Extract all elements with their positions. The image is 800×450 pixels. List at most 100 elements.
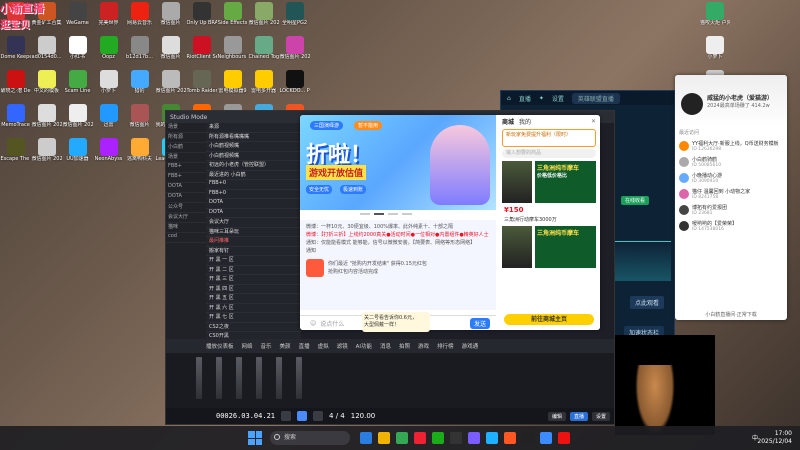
list-item[interactable]: 小白鹤骑鹤 ID 50085610: [675, 154, 787, 170]
scene-item[interactable]: 猫咪: [166, 223, 206, 233]
tab-settings[interactable]: 设置: [552, 94, 564, 103]
app-icon[interactable]: [540, 432, 552, 444]
desktop-shortcut[interactable]: Escape The Backrooms: [0, 136, 31, 170]
source-item[interactable]: 开 黑 七 区: [206, 313, 301, 323]
play-button[interactable]: [297, 411, 308, 421]
app-icon[interactable]: [504, 432, 516, 444]
app-icon[interactable]: [522, 432, 534, 444]
toolbar-item[interactable]: 音乐: [261, 342, 272, 350]
shop-item[interactable]: 三角洲纯币摩车 价格低价格比: [502, 161, 596, 203]
scene-item[interactable]: FBB+: [166, 163, 206, 173]
list-item[interactable]: YY福利大厅·新服上线，Q币送财务模板 ID 12636298: [675, 138, 787, 154]
desktop-shortcut[interactable]: 雷电多开器: [248, 68, 279, 102]
source-item[interactable]: 开 黑 六 区: [206, 304, 301, 313]
scene-item[interactable]: 小白鹤: [166, 143, 206, 153]
windows-start-icon[interactable]: [248, 431, 262, 445]
list-item[interactable]: 博拓有约爱报团 ID 23681: [675, 202, 787, 218]
mixer-fader[interactable]: [196, 357, 202, 399]
desktop-shortcut[interactable]: LOCKDO... Protocol: [279, 68, 310, 102]
desktop-shortcut[interactable]: WeGame: [62, 0, 93, 34]
desktop-shortcut[interactable]: 微信图片 20250...: [31, 136, 62, 170]
promo-banner[interactable]: 三国演绎游 暂不能用 折啦！ 游戏开放估值 安全无忧 极速到账: [300, 115, 496, 210]
source-item[interactable]: 小白鹤视频嘴: [206, 142, 301, 152]
desktop-shortcut[interactable]: 微信图片 2025080...: [155, 68, 186, 102]
toolbar-item[interactable]: 网络: [242, 342, 253, 350]
toolbar-item[interactable]: 排行榜: [437, 342, 454, 350]
desktop-shortcut[interactable]: 迅雷: [93, 102, 124, 136]
scene-item[interactable]: 场景: [166, 153, 206, 163]
wechat-icon[interactable]: [432, 432, 444, 444]
desktop-shortcut[interactable]: 微信图片 2025123...: [279, 34, 310, 68]
app-icon[interactable]: [414, 432, 426, 444]
tab-shop[interactable]: 商城: [502, 117, 514, 126]
desktop-shortcut[interactable]: 微信图片 20250...: [31, 102, 62, 136]
desktop-shortcut[interactable]: 微信图片: [124, 102, 155, 136]
app-icon[interactable]: [486, 432, 498, 444]
desktop-shortcut[interactable]: 破晓之·潜 Demo: [0, 68, 31, 102]
source-item[interactable]: 会议大厅: [206, 218, 301, 228]
tab-edit[interactable]: 编辑: [547, 411, 566, 421]
mixer-fader[interactable]: [256, 357, 262, 399]
tab-live[interactable]: 直播: [519, 94, 531, 103]
list-item[interactable]: 小晚播动心游 ID 3090410: [675, 170, 787, 186]
chat-input[interactable]: 说点什么: [320, 319, 344, 328]
scene-item[interactable]: 会议大厅: [166, 213, 206, 223]
close-icon[interactable]: ✕: [591, 118, 596, 125]
carousel-dots[interactable]: [360, 213, 412, 215]
tab-live-view[interactable]: 直播: [569, 411, 588, 421]
source-item[interactable]: 所有源推看嘴嘴嘴: [206, 133, 301, 142]
shop-item[interactable]: 三角洲纯币摩车: [502, 226, 596, 268]
desktop-shortcut[interactable]: 小萝卜: [700, 34, 730, 68]
send-button[interactable]: 发送: [469, 317, 490, 329]
toolbar-item[interactable]: 虚拟: [318, 342, 329, 350]
source-item[interactable]: 最近进的 小白鹤: [206, 171, 301, 180]
scene-item[interactable]: 所有源: [166, 133, 206, 143]
desktop-shortcut[interactable]: 猎豹: [124, 68, 155, 102]
desktop-shortcut[interactable]: 猫咬火炬 户外联盟: [700, 0, 730, 34]
toolbar-item[interactable]: 消息: [380, 342, 391, 350]
scene-item[interactable]: FBB+: [166, 173, 206, 183]
desktop-shortcut[interactable]: Only Up BRAINR...: [186, 0, 217, 34]
avatar[interactable]: [681, 93, 703, 115]
toolbar-item[interactable]: 美颜: [280, 342, 291, 350]
toolbar-item[interactable]: 滤镜: [337, 342, 348, 350]
taskbar-search-input[interactable]: 搜索: [270, 431, 350, 445]
source-item[interactable]: 猫咪三耳朵玩: [206, 228, 301, 237]
source-item[interactable]: 开 黑 五 区: [206, 294, 301, 304]
app-icon[interactable]: [468, 432, 480, 444]
desktop-shortcut[interactable]: Chained Together: [248, 34, 279, 68]
toolbar-item[interactable]: 拍照: [399, 342, 410, 350]
mixer-fader[interactable]: [276, 357, 282, 399]
desktop-shortcut[interactable]: RiotClient Services: [186, 34, 217, 68]
desktop-shortcut[interactable]: 微信图片 2025010...: [248, 0, 279, 34]
go-to-shop-button[interactable]: 前往商城主页: [504, 314, 594, 325]
scene-item[interactable]: 公众号: [166, 203, 206, 213]
source-item[interactable]: CS2之夜: [206, 323, 301, 332]
desktop-shortcut[interactable]: NeonAbyss: [93, 136, 124, 170]
desktop-shortcut[interactable]: 小红书: [62, 34, 93, 68]
source-item[interactable]: DOTA: [206, 209, 301, 218]
mixer-fader[interactable]: [216, 357, 222, 399]
watch-button[interactable]: 点此观看: [629, 296, 664, 309]
mixer-fader[interactable]: [296, 357, 302, 399]
source-item[interactable]: 搬家有钉: [206, 247, 301, 256]
source-item[interactable]: FBB+0: [206, 190, 301, 199]
desktop-shortcut[interactable]: Neighbours back From...: [217, 34, 248, 68]
folder-icon[interactable]: [378, 432, 390, 444]
desktop-shortcut[interactable]: 全明星PG2: [279, 0, 310, 34]
scene-item[interactable]: DOTA: [166, 193, 206, 203]
toolbar-item[interactable]: 游戏通: [462, 342, 479, 350]
desktop-shortcut[interactable]: b12d17b...: [124, 34, 155, 68]
desktop-shortcut[interactable]: Oopz: [93, 34, 124, 68]
source-item[interactable]: DOTA: [206, 199, 301, 209]
source-item[interactable]: 小白鹤视频嘴: [206, 152, 301, 161]
next-button[interactable]: [313, 411, 324, 421]
desktop-shortcut[interactable]: 微信图片: [155, 0, 186, 34]
source-item[interactable]: 开 黑 二 区: [206, 266, 301, 275]
app-icon[interactable]: [360, 432, 372, 444]
toolbar-item[interactable]: AI功能: [356, 342, 372, 350]
desktop-shortcut[interactable]: Scam Line: [62, 68, 93, 102]
desktop-shortcut[interactable]: Side Effects: [217, 0, 248, 34]
tab-mine[interactable]: 我的: [519, 117, 531, 126]
source-item[interactable]: FBB+0: [206, 180, 301, 190]
